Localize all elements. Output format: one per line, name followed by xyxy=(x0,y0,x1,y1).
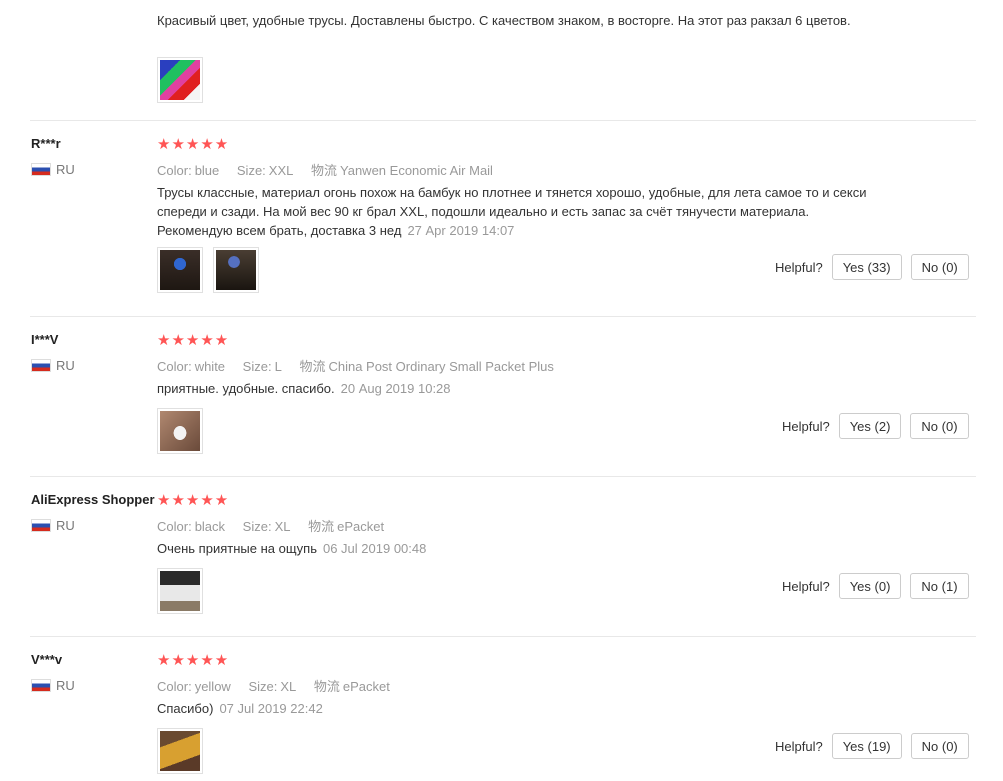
review-date: 27 Apr 2019 14:07 xyxy=(407,223,515,238)
country-code: RU xyxy=(56,518,75,533)
color-value: yellow xyxy=(194,679,231,694)
helpful-no-button[interactable]: No (0) xyxy=(910,413,969,439)
review-separator xyxy=(30,120,976,121)
review-photos xyxy=(157,728,203,774)
rating-stars: ★★★★★ xyxy=(157,332,230,349)
russia-flag-icon xyxy=(31,163,51,176)
review-separator xyxy=(30,316,976,317)
photo-thumbnail-icon xyxy=(160,60,200,100)
shipping-label: 物流 xyxy=(308,519,335,534)
helpful-votes: Helpful? Yes (33) No (0) xyxy=(775,254,969,280)
review-attributes: Color: black Size: XL 物流 ePacket xyxy=(157,516,398,535)
review-separator xyxy=(30,636,976,637)
review-body: Спасибо) xyxy=(157,701,214,716)
russia-flag-icon xyxy=(31,519,51,532)
size-label: Size: xyxy=(248,679,278,694)
shipping-value: ePacket xyxy=(337,519,385,534)
review-author: AliExpress Shopper xyxy=(31,492,155,507)
color-label: Color: xyxy=(157,163,192,178)
review-country: RU xyxy=(31,518,75,533)
helpful-yes-button[interactable]: Yes (2) xyxy=(838,413,902,439)
helpful-no-button[interactable]: No (1) xyxy=(910,573,969,599)
review-photo[interactable] xyxy=(157,408,203,454)
review-photo[interactable] xyxy=(157,247,203,293)
review-author: V***v xyxy=(31,652,63,667)
helpful-votes: Helpful? Yes (2) No (0) xyxy=(782,413,969,439)
review-photos xyxy=(157,408,203,454)
photo-thumbnail-icon xyxy=(160,411,200,451)
size-value: L xyxy=(274,359,282,374)
review-country: RU xyxy=(31,358,75,373)
shipping-label: 物流 xyxy=(311,163,338,178)
size-value: XXL xyxy=(268,163,294,178)
review-author: I***V xyxy=(31,332,59,347)
country-code: RU xyxy=(56,358,75,373)
country-code: RU xyxy=(56,678,75,693)
color-label: Color: xyxy=(157,679,192,694)
review-date: 20 Aug 2019 10:28 xyxy=(340,381,451,396)
helpful-label: Helpful? xyxy=(782,418,830,434)
review-author: R***r xyxy=(31,136,61,151)
helpful-yes-button[interactable]: Yes (19) xyxy=(831,733,902,759)
review-separator xyxy=(30,476,976,477)
shipping-value: ePacket xyxy=(342,679,390,694)
review-attributes: Color: white Size: L 物流 China Post Ordinary… xyxy=(157,356,568,375)
size-value: XL xyxy=(280,679,297,694)
review-photos xyxy=(157,568,203,614)
photo-thumbnail-icon xyxy=(160,250,200,290)
photo-thumbnail-icon xyxy=(160,731,200,771)
review-text: Спасибо) 07 Jul 2019 22:42 xyxy=(157,699,877,718)
shipping-value: China Post Ordinary Small Packet Plus xyxy=(328,359,554,374)
review-photos xyxy=(157,57,203,103)
rating-stars: ★★★★★ xyxy=(157,492,230,509)
review-text: Красивый цвет, удобные трусы. Доставлены… xyxy=(157,13,851,28)
review-body: приятные. удобные. спасибо. xyxy=(157,381,335,396)
color-value: black xyxy=(194,519,226,534)
color-value: blue xyxy=(194,163,220,178)
review-date: 06 Jul 2019 00:48 xyxy=(322,541,427,556)
size-label: Size: xyxy=(242,519,272,534)
size-label: Size: xyxy=(242,359,272,374)
review-text: Трусы классные, материал огонь похож на … xyxy=(157,183,877,240)
rating-stars: ★★★★★ xyxy=(157,652,230,669)
review-photo[interactable] xyxy=(157,57,203,103)
shipping-value: Yanwen Economic Air Mail xyxy=(340,163,493,178)
helpful-yes-button[interactable]: Yes (33) xyxy=(831,254,902,280)
photo-thumbnail-icon xyxy=(160,571,200,611)
review-photo[interactable] xyxy=(157,728,203,774)
review-date: 07 Jul 2019 22:42 xyxy=(219,701,323,716)
russia-flag-icon xyxy=(31,679,51,692)
shipping-label: 物流 xyxy=(299,359,326,374)
helpful-yes-button[interactable]: Yes (0) xyxy=(838,573,902,599)
review-country: RU xyxy=(31,678,75,693)
helpful-votes: Helpful? Yes (19) No (0) xyxy=(775,733,969,759)
helpful-label: Helpful? xyxy=(782,578,830,594)
shipping-label: 物流 xyxy=(313,679,340,694)
review-body: Очень приятные на ощупь xyxy=(157,541,317,556)
rating-stars: ★★★★★ xyxy=(157,136,230,153)
review-photo[interactable] xyxy=(157,568,203,614)
russia-flag-icon xyxy=(31,359,51,372)
review-attributes: Color: blue Size: XXL 物流 Yanwen Economic Ai… xyxy=(157,160,507,179)
color-value: white xyxy=(194,359,226,374)
helpful-label: Helpful? xyxy=(775,738,823,754)
country-code: RU xyxy=(56,162,75,177)
photo-thumbnail-icon xyxy=(216,250,256,290)
review-photos xyxy=(157,247,259,293)
color-label: Color: xyxy=(157,359,192,374)
review-country: RU xyxy=(31,162,75,177)
helpful-votes: Helpful? Yes (0) No (1) xyxy=(782,573,969,599)
color-label: Color: xyxy=(157,519,192,534)
review-text: Очень приятные на ощупь 06 Jul 2019 00:48 xyxy=(157,539,877,558)
helpful-label: Helpful? xyxy=(775,259,823,275)
review-text: приятные. удобные. спасибо. 20 Aug 2019 1… xyxy=(157,379,877,398)
review-photo[interactable] xyxy=(213,247,259,293)
helpful-no-button[interactable]: No (0) xyxy=(910,733,969,759)
size-label: Size: xyxy=(236,163,266,178)
review-attributes: Color: yellow Size: XL 物流 ePacket xyxy=(157,676,404,695)
helpful-no-button[interactable]: No (0) xyxy=(910,254,969,280)
size-value: XL xyxy=(274,519,291,534)
